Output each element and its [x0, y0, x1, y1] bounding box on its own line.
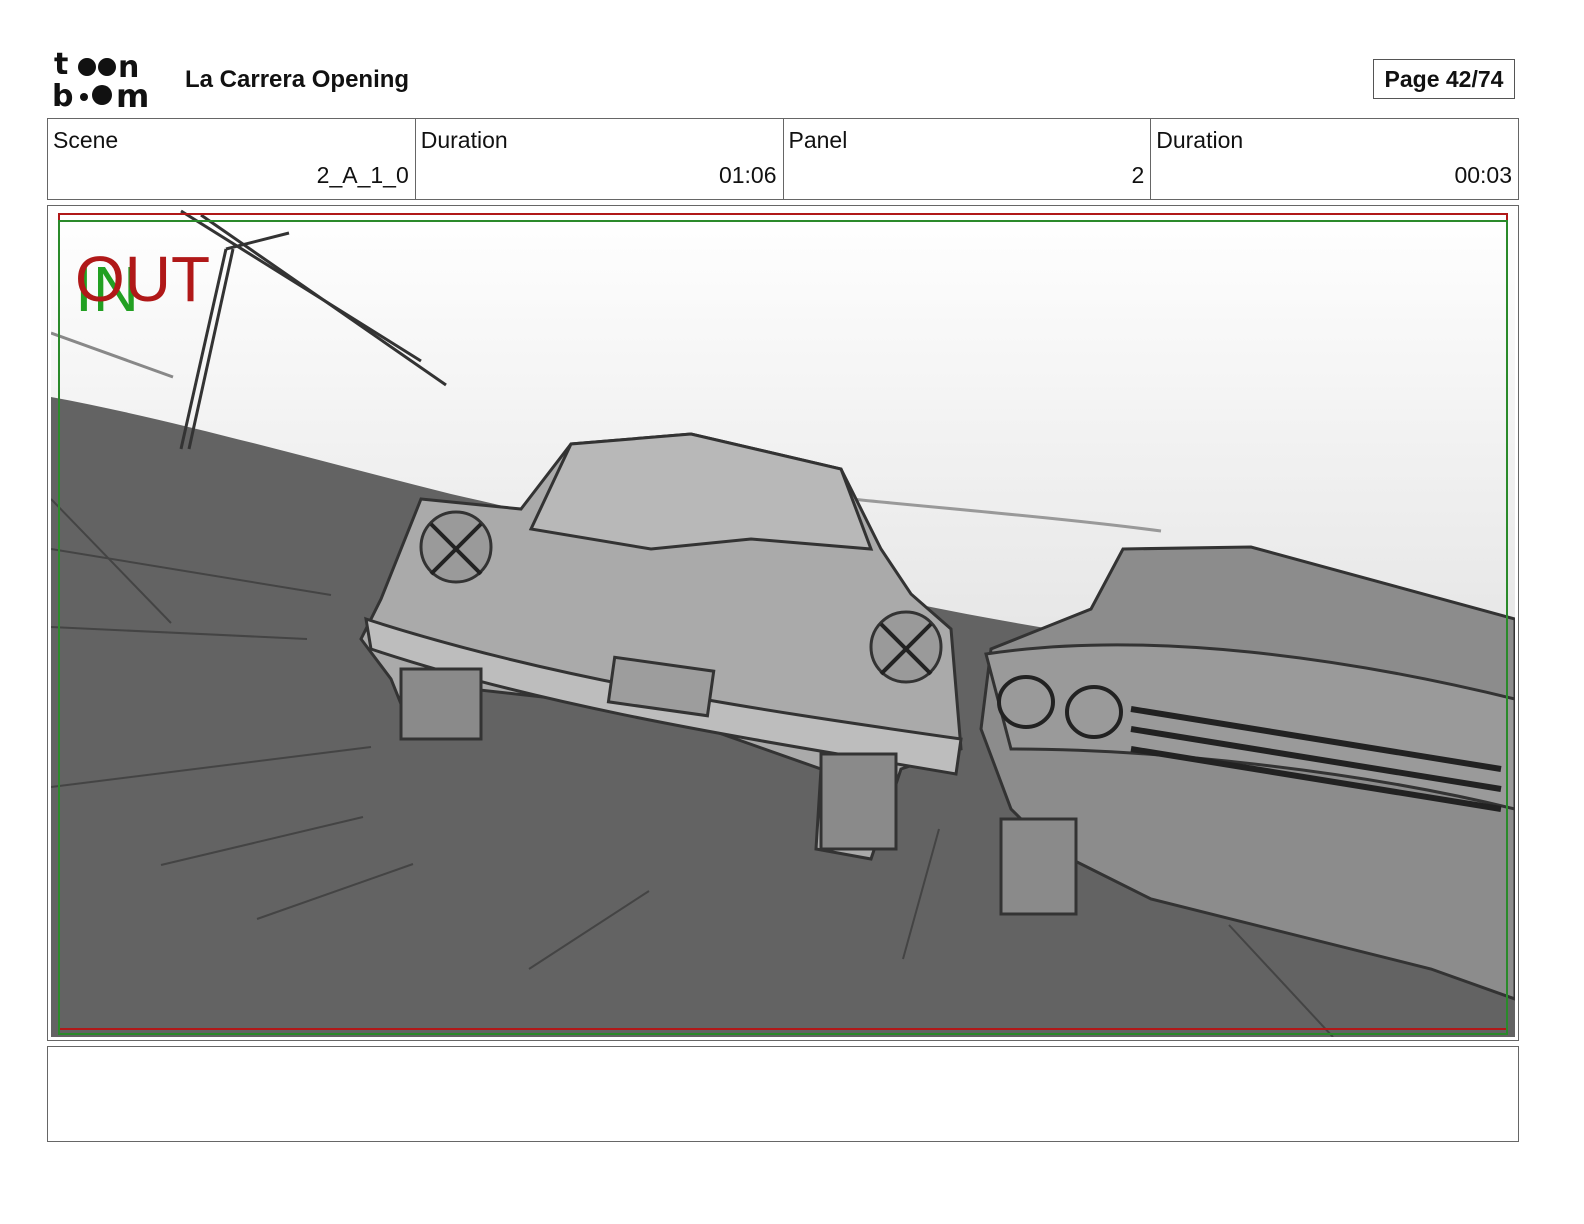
notes-text — [48, 1047, 1518, 1067]
panel-label: Panel — [788, 127, 848, 153]
shot-info-table: Scene 2_A_1_0 Duration 01:06 Panel 2 Dur… — [47, 118, 1519, 200]
logo-t: t — [54, 50, 68, 82]
scene-label: Scene — [53, 127, 119, 153]
storyboard-panel-drawing: IN OUT — [51, 209, 1515, 1037]
panel-duration-label: Duration — [1156, 127, 1244, 153]
svg-text:m: m — [116, 77, 149, 110]
scene-value: 2_A_1_0 — [316, 162, 409, 188]
scene-duration-value: 01:06 — [718, 162, 777, 188]
toon-boom-logo: t n b m — [52, 50, 149, 110]
scene-cell: Scene 2_A_1_0 — [48, 119, 416, 199]
panel-cell: Panel 2 — [784, 119, 1152, 199]
project-title: La Carrera Opening — [185, 66, 410, 93]
notes-box[interactable] — [47, 1046, 1519, 1142]
panel-duration-value: 00:03 — [1454, 162, 1512, 188]
page-indicator: Page 42/74 — [1373, 59, 1515, 99]
scene-duration-label: Duration — [420, 127, 508, 153]
panel-duration-cell: Duration 00:03 — [1151, 119, 1518, 199]
out-marker: OUT — [75, 243, 210, 315]
panel-value: 2 — [1131, 162, 1145, 188]
scene-duration-cell: Duration 01:06 — [416, 119, 784, 199]
svg-text:b: b — [52, 79, 73, 110]
